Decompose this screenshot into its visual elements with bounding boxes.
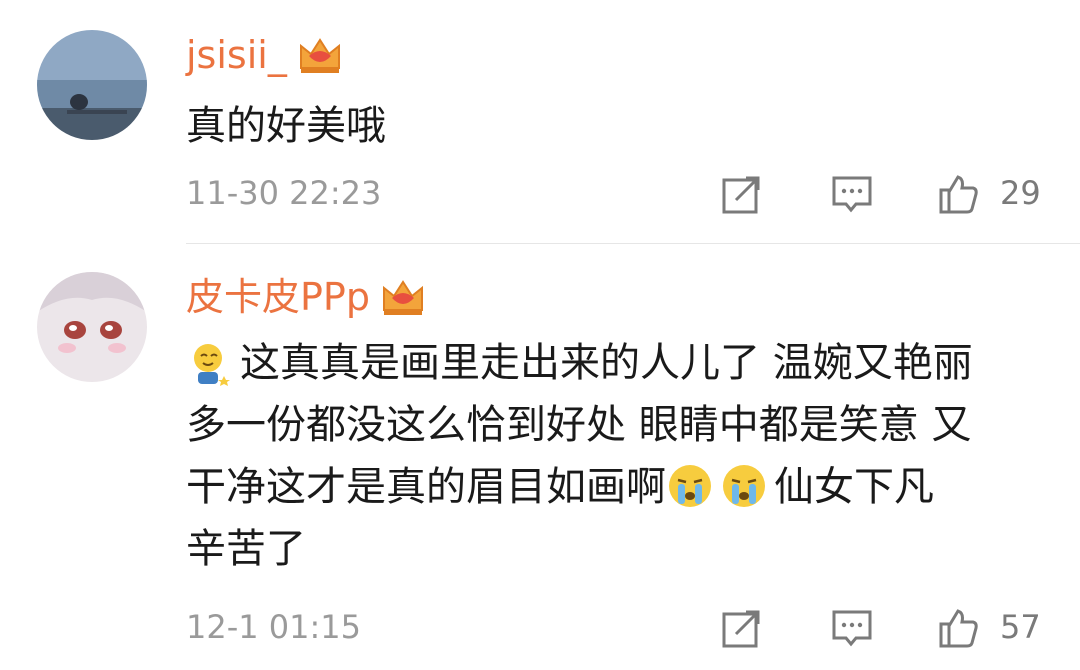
like-count: 57 [1000, 608, 1041, 646]
comment-footer: 11-30 22:23 29 [186, 168, 1041, 218]
comment-icon[interactable] [832, 174, 872, 214]
username[interactable]: 皮卡皮PPp [186, 272, 426, 322]
like-count: 29 [1000, 174, 1041, 212]
crying-emoji [723, 465, 765, 507]
comment-text: 真的好美哦 [186, 103, 386, 149]
comment-item: jsisii_ 真的好美哦 11-30 22:23 29 [0, 0, 1080, 243]
timestamp: 11-30 22:23 [186, 174, 382, 212]
crying-emoji [669, 465, 711, 507]
avatar[interactable] [37, 272, 147, 382]
like-icon[interactable] [938, 608, 978, 648]
comment-footer: 12-1 01:15 57 [186, 602, 1041, 652]
like-icon[interactable] [938, 174, 978, 214]
avatar[interactable] [37, 30, 147, 140]
comment-icon[interactable] [832, 608, 872, 648]
share-icon[interactable] [722, 608, 762, 648]
comment-item: 皮卡皮PPp 这真真是画里走出来的人儿了 温婉又艳丽 多一份都没这么恰到好处 眼… [0, 244, 1080, 670]
crown-vip-icon [382, 280, 423, 315]
comment-text: 这真真是画里走出来的人儿了 温婉又艳丽 多一份都没这么恰到好处 眼睛中都是笑意 … [186, 340, 973, 572]
blush-emoji [194, 344, 230, 386]
username[interactable]: jsisii_ [186, 30, 343, 80]
share-icon[interactable] [722, 174, 762, 214]
crown-vip-icon [299, 38, 340, 73]
timestamp: 12-1 01:15 [186, 608, 362, 646]
